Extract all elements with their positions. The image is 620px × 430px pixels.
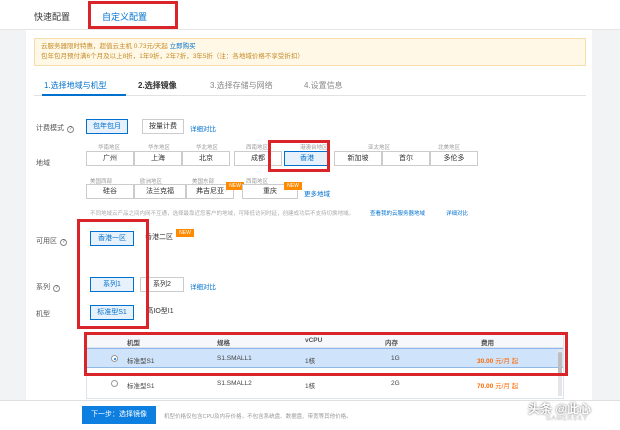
region-group-southwest: 西南地区 <box>246 145 269 151</box>
region-toronto[interactable]: 多伦多 <box>430 151 478 166</box>
cell-spec: S1.SMALL2 <box>217 380 252 387</box>
step-region[interactable]: 1.选择地域与机型 <box>44 80 107 91</box>
billing-on-demand[interactable]: 按量计费 <box>142 119 184 134</box>
footer-note: 机型价格仅包含CPU及内存价格，不包含系统盘、数据盘、带宽等其他价格。 <box>164 414 352 420</box>
row-radio[interactable] <box>111 355 118 362</box>
machine-standard-s1[interactable]: 标准型S1 <box>90 305 134 320</box>
cell-spec: S1.SMALL1 <box>217 355 252 362</box>
notice-buy-link[interactable]: 立即购买 <box>170 43 196 50</box>
cell-type: 标准型S1 <box>127 358 155 365</box>
zone-new-badge: NEW <box>176 229 194 237</box>
watermark: 头条 @此心 <box>528 402 592 416</box>
zone-hk-1[interactable]: 香港一区 <box>90 231 134 246</box>
new-badge-2: NEW <box>284 182 302 190</box>
more-regions-link[interactable]: 更多地域 <box>304 188 330 198</box>
region-beijing[interactable]: 北京 <box>182 151 230 166</box>
step-settings[interactable]: 4.设置信息 <box>304 80 343 91</box>
billing-compare-link[interactable]: 详细对比 <box>190 123 216 133</box>
col-type: 机型 <box>127 340 140 347</box>
region-seoul[interactable]: 首尔 <box>382 151 430 166</box>
region-singapore[interactable]: 新加坡 <box>334 151 382 166</box>
region-compare-link[interactable]: 详细对比 <box>446 209 468 217</box>
row-radio[interactable] <box>111 380 118 387</box>
my-regions-link[interactable]: 查看我的云服务器地域 <box>370 209 425 217</box>
series-label: 系列? <box>36 282 60 292</box>
step-image[interactable]: 2.选择镜像 <box>138 80 177 91</box>
promo-notice: 云服务器限时特惠，超值云主机 0.73元/天起 立即购买 包年包月预付满6个月及… <box>34 38 586 66</box>
machine-high-io-i1[interactable]: 高IO型I1 <box>140 305 180 320</box>
region-hongkong[interactable]: 香港 <box>284 151 330 166</box>
notice-line1: 云服务器限时特惠，超值云主机 0.73元/天起 <box>41 43 168 50</box>
machine-label: 机型 <box>36 311 50 318</box>
instance-table: 机型 规格 vCPU 内存 费用 标准型S1 S1.SMALL1 1核 1G 3… <box>86 333 564 399</box>
tab-custom-config[interactable]: 自定义配置 <box>102 10 147 23</box>
top-tab-bar: 快速配置 自定义配置 <box>0 0 620 30</box>
col-price: 费用 <box>481 340 494 347</box>
notice-line2: 包年包月预付满6个月及以上8折，1年9折，2年7折，3年5折（注：各地域价格不享… <box>41 53 304 60</box>
table-header: 机型 规格 vCPU 内存 费用 <box>87 334 563 348</box>
cell-type: 标准型S1 <box>127 383 155 390</box>
active-step-indicator <box>42 94 126 96</box>
table-row[interactable]: 标准型S1 S1.SMALL1 1核 1G 30.00 元/月 起 <box>87 348 563 368</box>
cell-vcpu: 1核 <box>305 358 316 365</box>
region-shanghai[interactable]: 上海 <box>134 151 182 166</box>
region-group-north: 华北地区 <box>196 145 219 151</box>
watermark-sub: GAMERSKY <box>546 416 589 422</box>
step-storage[interactable]: 3.选择存储与网络 <box>210 80 273 91</box>
region-frankfurt[interactable]: 法兰克福 <box>134 184 186 199</box>
region-silicon-valley[interactable]: 硅谷 <box>86 184 134 199</box>
steps-bar: 1.选择地域与机型 2.选择镜像 3.选择存储与网络 4.设置信息 <box>34 78 586 96</box>
col-spec: 规格 <box>217 340 230 347</box>
cell-price: 30.00 元/月 起 <box>477 358 519 365</box>
col-memory: 内存 <box>385 340 398 347</box>
table-row[interactable]: 标准型S1 S1.SMALL2 1核 2G 70.00 元/月 起 <box>87 374 563 394</box>
cell-price: 70.00 元/月 起 <box>477 383 519 390</box>
region-group-east: 华东地区 <box>148 145 171 151</box>
help-icon[interactable]: ? <box>67 126 74 133</box>
cell-vcpu: 1核 <box>305 383 316 390</box>
billing-label: 计费模式? <box>36 123 74 133</box>
series-1[interactable]: 系列1 <box>90 277 134 292</box>
tab-quick-config[interactable]: 快速配置 <box>34 10 70 23</box>
table-scrollbar[interactable] <box>558 350 562 396</box>
region-guangzhou[interactable]: 广州 <box>86 151 134 166</box>
cell-memory: 2G <box>391 380 400 387</box>
region-group-south: 华南地区 <box>98 145 121 151</box>
cell-memory: 1G <box>391 355 400 362</box>
col-vcpu: vCPU <box>305 337 323 344</box>
zone-hk-2[interactable]: 香港二区 <box>142 231 176 246</box>
region-group-na: 北美地区 <box>438 145 461 151</box>
series-compare-link[interactable]: 详细对比 <box>190 281 216 291</box>
region-label: 地域 <box>36 160 50 167</box>
region-group-apac: 亚太地区 <box>368 145 391 151</box>
region-note: 不同地域云产品之间内网不互通，选择最靠近您客户的地域，可降低访问时延，创建成功后… <box>90 211 355 217</box>
scrollbar-thumb[interactable] <box>558 352 562 374</box>
zone-label: 可用区? <box>36 236 67 246</box>
region-chengdu[interactable]: 成都 <box>234 151 282 166</box>
next-step-button[interactable]: 下一步：选择镜像 <box>82 406 156 424</box>
region-group-hkmotw: 港澳台地区 <box>300 145 328 151</box>
billing-monthly[interactable]: 包年包月 <box>86 119 128 134</box>
help-icon[interactable]: ? <box>60 239 67 246</box>
series-2[interactable]: 系列2 <box>140 277 184 292</box>
help-icon[interactable]: ? <box>53 285 60 292</box>
